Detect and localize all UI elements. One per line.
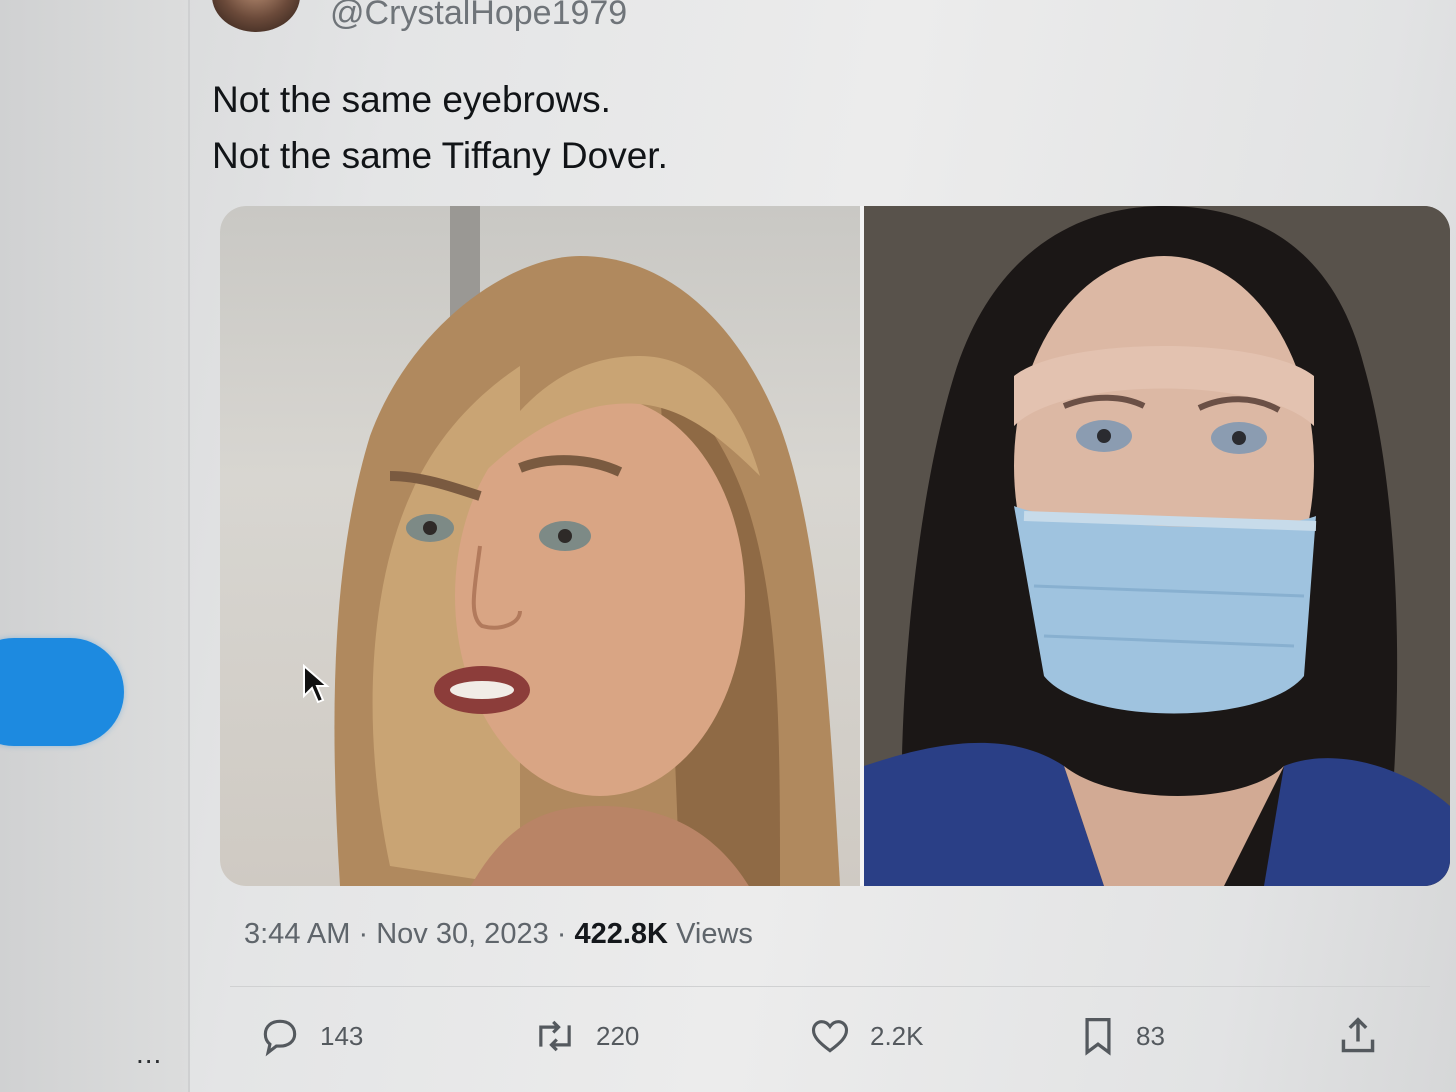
heart-icon (811, 1020, 849, 1053)
avatar[interactable] (212, 0, 300, 32)
tweet-line: Not the same Tiffany Dover. (212, 135, 668, 176)
reply-icon (263, 1019, 297, 1057)
mouse-cursor-icon (303, 664, 330, 704)
reply-button[interactable]: 143 (258, 1006, 363, 1066)
repost-count: 220 (596, 1020, 640, 1051)
tweet-time[interactable]: 3:44 AM (244, 918, 350, 950)
actions-divider (230, 986, 1430, 987)
bookmark-icon (1085, 1018, 1111, 1056)
share-button[interactable] (1338, 1006, 1378, 1066)
bookmark-count: 83 (1136, 1020, 1165, 1051)
action-bar: 143 220 2.2K 83 (0, 1006, 1456, 1066)
repost-button[interactable]: 220 (532, 1006, 639, 1066)
meta-separator: · (556, 918, 575, 950)
left-sidebar (0, 0, 190, 1092)
like-count: 2.2K (870, 1020, 924, 1051)
meta-separator: · (358, 918, 377, 950)
views-label: Views (676, 918, 753, 950)
tweet-screen: ... @CrystalHope1979 Not the same eyebro… (0, 0, 1456, 1092)
post-button[interactable] (0, 638, 124, 746)
photo-right[interactable] (864, 206, 1450, 886)
repost-icon (539, 1020, 571, 1052)
tweet-text: Not the same eyebrows. Not the same Tiff… (212, 72, 668, 184)
tweet-date[interactable]: Nov 30, 2023 (376, 918, 549, 950)
like-button[interactable]: 2.2K (808, 1006, 924, 1066)
photo-left[interactable] (220, 206, 860, 886)
tweet-line: Not the same eyebrows. (212, 79, 611, 120)
tweet-metadata: 3:44 AM · Nov 30, 2023 · 422.8K Views (244, 918, 753, 951)
reply-count: 143 (320, 1020, 364, 1051)
share-icon (1341, 1017, 1375, 1053)
bookmark-button[interactable]: 83 (1078, 1006, 1165, 1066)
sidebar-divider (188, 0, 190, 1092)
author-handle[interactable]: @CrystalHope1979 (330, 0, 627, 33)
views-count: 422.8K (574, 918, 668, 950)
tweet-media[interactable] (220, 206, 1450, 886)
